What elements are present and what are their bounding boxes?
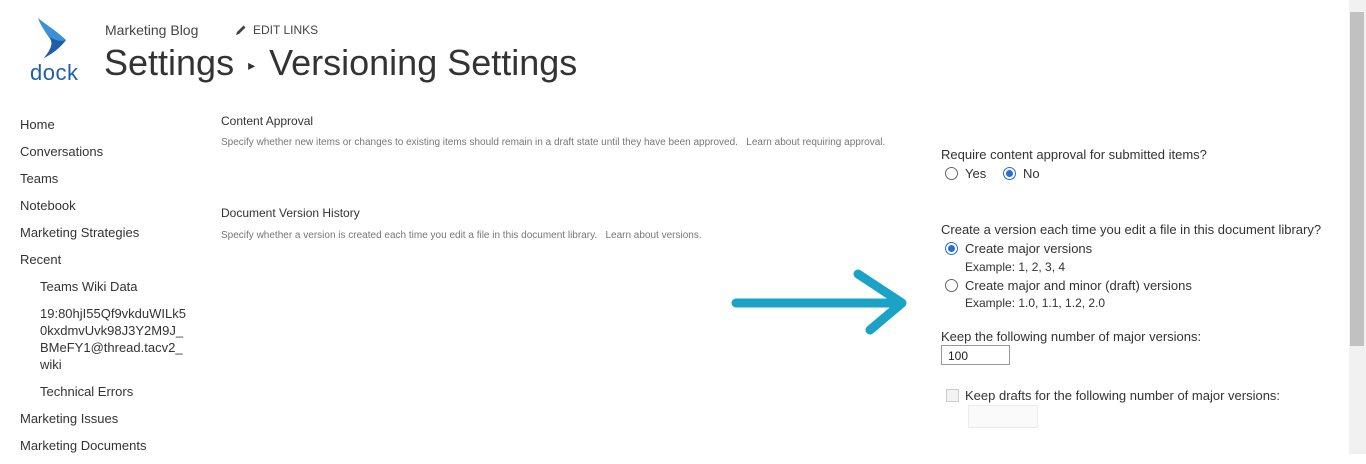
page-title: Settings ▸ Versioning Settings	[104, 42, 577, 84]
keep-drafts-label: Keep drafts for the following number of …	[965, 388, 1281, 403]
nav-item-marketing-issues[interactable]: Marketing Issues	[20, 410, 190, 437]
minor-versions-radio[interactable]	[945, 279, 958, 292]
keep-major-label: Keep the following number of major versi…	[941, 329, 1202, 344]
scrollbar-thumb[interactable]	[1350, 12, 1364, 346]
nav-item-thread-wiki-label: 19:80hjI55Qf9vkduWILk50kxdmvUvk98J3Y2M9J…	[40, 306, 186, 372]
approval-question: Require content approval for submitted i…	[941, 147, 1207, 162]
approval-yes-radio[interactable]	[945, 167, 958, 180]
breadcrumb-settings[interactable]: Settings	[104, 42, 234, 84]
approval-yes-option[interactable]: Yes	[945, 166, 986, 181]
version-history-description: Specify whether a version is created eac…	[221, 229, 891, 243]
keep-drafts-input[interactable]	[968, 405, 1038, 428]
nav-item-home[interactable]: Home	[20, 116, 190, 143]
content-approval-title: Content Approval	[221, 114, 314, 128]
left-navigation: Home Conversations Teams Notebook Market…	[20, 116, 190, 464]
major-versions-label: Create major versions	[965, 241, 1093, 256]
edit-links-label: EDIT LINKS	[253, 23, 319, 37]
approval-no-label: No	[1023, 166, 1040, 181]
minor-versions-option[interactable]: Create major and minor (draft) versions	[945, 278, 1192, 293]
edit-links-button[interactable]: EDIT LINKS	[235, 23, 318, 37]
nav-item-conversations[interactable]: Conversations	[20, 143, 190, 170]
nav-item-teams[interactable]: Teams	[20, 170, 190, 197]
keep-drafts-checkbox[interactable]	[946, 389, 959, 402]
annotation-arrow-icon	[731, 269, 907, 335]
content-approval-description: Specify whether new items or changes to …	[221, 136, 891, 150]
site-logo[interactable]: dock	[28, 18, 78, 88]
keep-major-input[interactable]: 100	[941, 345, 1010, 365]
learn-approval-link[interactable]: Learn about requiring approval.	[746, 137, 885, 148]
approval-no-option[interactable]: No	[1003, 166, 1040, 181]
content-approval-desc-text: Specify whether new items or changes to …	[221, 137, 738, 148]
major-versions-example: Example: 1, 2, 3, 4	[965, 260, 1066, 274]
nav-item-thread-wiki[interactable]: 19:80hjI55Qf9vkduWILk50kxdmvUvk98J3Y2M9J…	[20, 305, 190, 383]
version-history-title: Document Version History	[221, 206, 360, 220]
version-history-desc-text: Specify whether a version is created eac…	[221, 230, 598, 241]
learn-versions-link[interactable]: Learn about versions.	[605, 230, 701, 241]
nav-item-notebook[interactable]: Notebook	[20, 197, 190, 224]
nav-item-technical-errors[interactable]: Technical Errors	[20, 383, 190, 410]
pencil-icon	[236, 25, 246, 35]
minor-versions-label: Create major and minor (draft) versions	[965, 278, 1192, 293]
approval-no-radio[interactable]	[1003, 167, 1016, 180]
nav-item-marketing-strategies[interactable]: Marketing Strategies	[20, 224, 190, 251]
breadcrumb-current: Versioning Settings	[269, 42, 578, 83]
logo-icon	[38, 18, 66, 58]
minor-versions-example: Example: 1.0, 1.1, 1.2, 2.0	[965, 296, 1106, 310]
major-versions-option[interactable]: Create major versions	[945, 241, 1092, 256]
major-versions-radio[interactable]	[945, 242, 958, 255]
site-name-link[interactable]: Marketing Blog	[105, 22, 198, 38]
page-scrollbar[interactable]	[1349, 0, 1366, 454]
breadcrumb-separator-icon: ▸	[248, 56, 256, 73]
approval-yes-label: Yes	[965, 166, 987, 181]
nav-item-marketing-documents[interactable]: Marketing Documents	[20, 437, 190, 464]
nav-item-recent[interactable]: Recent	[20, 251, 190, 278]
logo-text: dock	[30, 60, 79, 85]
nav-item-teams-wiki-data[interactable]: Teams Wiki Data	[20, 278, 190, 305]
version-question: Create a version each time you edit a fi…	[941, 222, 1322, 237]
